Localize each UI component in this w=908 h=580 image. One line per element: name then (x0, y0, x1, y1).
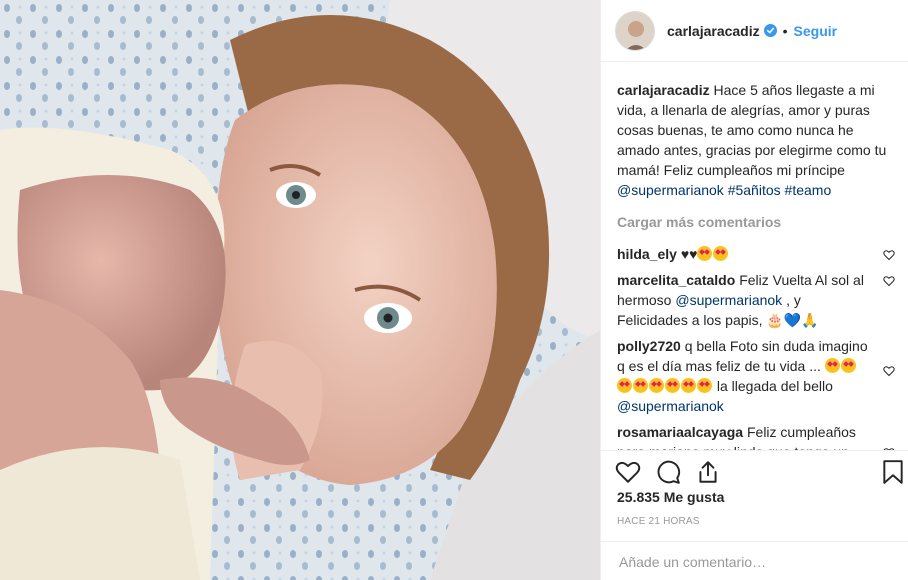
comment-author[interactable]: polly2720 (617, 338, 681, 354)
avatar-image (616, 11, 654, 50)
star-struck-emoji (617, 378, 632, 393)
caption-mention[interactable]: @supermarianok (617, 182, 724, 198)
star-struck-emoji (665, 378, 680, 393)
avatar[interactable] (615, 10, 655, 51)
comment: polly2720 q bella Foto sin duda imagino … (617, 336, 895, 416)
verified-icon (763, 24, 777, 37)
star-struck-emoji (713, 246, 729, 261)
comment-text: ♥♥ (680, 246, 698, 262)
comment-mention[interactable]: @supermarianok (675, 292, 782, 308)
star-struck-emoji (633, 378, 648, 393)
post-timestamp: HACE 21 HORAS (617, 516, 700, 527)
comment-mention[interactable]: @supermarianok (617, 398, 724, 414)
comment-text: la llegada del bello (716, 378, 833, 394)
star-struck-emoji (697, 378, 712, 393)
star-struck-emoji (649, 378, 664, 393)
post-photo[interactable] (0, 0, 600, 580)
comment: marcelita_cataldo Feliz Vuelta Al sol al… (617, 270, 895, 330)
username[interactable]: carlajaracadiz (667, 23, 760, 39)
post-header: carlajaracadiz • Seguir (601, 0, 908, 62)
share-icon[interactable] (695, 459, 721, 490)
like-comment-heart-icon[interactable] (883, 362, 895, 382)
caption-hashtag[interactable]: #5añitos (728, 182, 781, 198)
post-photo-illustration (0, 0, 600, 580)
comment-emojis: 🎂💙🙏 (766, 312, 819, 328)
star-struck-emoji (840, 358, 856, 373)
separator-dot: • (782, 22, 788, 39)
comment-author[interactable]: marcelita_cataldo (617, 272, 735, 288)
comment-input[interactable] (617, 553, 891, 571)
heart-icon[interactable] (615, 459, 641, 490)
star-struck-emoji (681, 378, 696, 393)
post-actions (601, 450, 908, 490)
likes-count[interactable]: 25.835 Me gusta (617, 489, 724, 505)
star-struck-emoji (697, 246, 713, 261)
caption-author[interactable]: carlajaracadiz (617, 82, 710, 98)
add-comment-bar (601, 541, 908, 580)
comment-author[interactable]: hilda_ely (617, 246, 677, 262)
comment: hilda_ely ♥♥ (617, 244, 895, 264)
comment: rosamariaalcayaga Feliz cumpleaños para … (617, 422, 895, 450)
follow-button[interactable]: Seguir (794, 23, 838, 39)
comment-icon[interactable] (655, 459, 681, 490)
comments-list[interactable]: carlajaracadiz Hace 5 años llegaste a mi… (601, 62, 908, 450)
comment-author[interactable]: rosamariaalcayaga (617, 424, 743, 440)
caption-hashtag[interactable]: #teamo (785, 182, 832, 198)
like-comment-heart-icon[interactable] (883, 272, 895, 292)
caption: carlajaracadiz Hace 5 años llegaste a mi… (617, 80, 895, 200)
post-side-panel: carlajaracadiz • Seguir carlajaracadiz H… (600, 0, 908, 580)
like-comment-heart-icon[interactable] (883, 246, 895, 266)
bookmark-icon[interactable] (881, 459, 905, 490)
star-struck-emoji (824, 358, 840, 373)
load-more-comments-button[interactable]: Cargar más comentarios (617, 212, 895, 232)
